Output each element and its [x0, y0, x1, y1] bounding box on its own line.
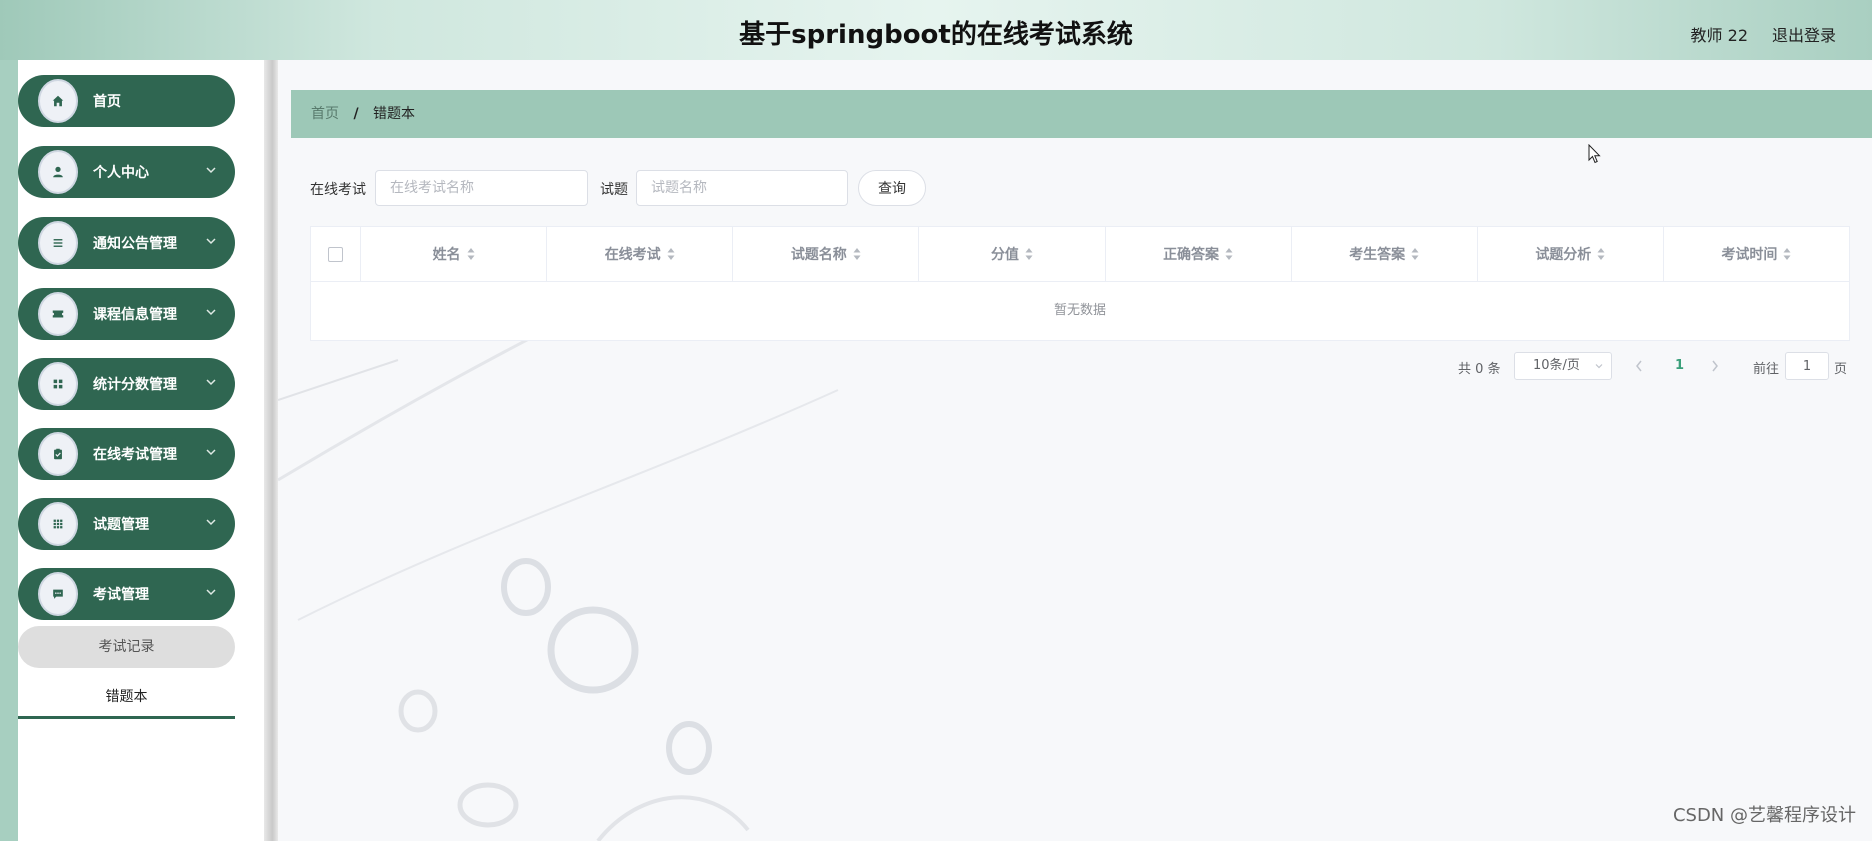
column-header[interactable]: 正确答案	[1106, 227, 1292, 281]
pagination-total: 共 0 条	[1458, 362, 1501, 377]
select-all-cell	[311, 227, 361, 281]
app-title: 基于springboot的在线考试系统	[739, 20, 1133, 50]
column-header[interactable]: 在线考试	[547, 227, 734, 281]
question-filter-label: 试题	[600, 182, 628, 198]
list-icon	[38, 221, 78, 265]
sidebar-item-label: 通知公告管理	[93, 236, 177, 252]
wrong-questions-table: 姓名 在线考试 试题名称 分值 正确答案 考生答案 试题分析 考试时间 暂无数据	[310, 226, 1850, 341]
sort-icon[interactable]	[1225, 247, 1233, 261]
sidebar-item-label: 考试管理	[93, 587, 149, 603]
sidebar-item-exam-management[interactable]: 考试管理	[18, 568, 235, 620]
sidebar-scrollbar[interactable]	[264, 60, 278, 841]
chevron-down-icon	[206, 167, 216, 174]
chevron-down-icon	[206, 519, 216, 526]
logout-link[interactable]: 退出登录	[1772, 22, 1836, 46]
chevron-down-icon	[1595, 364, 1603, 369]
column-header[interactable]: 分值	[919, 227, 1106, 281]
message-icon	[38, 572, 78, 616]
apps-icon	[38, 502, 78, 546]
column-header[interactable]: 考试时间	[1664, 227, 1849, 281]
select-all-checkbox[interactable]	[328, 246, 343, 262]
sort-icon[interactable]	[467, 247, 475, 261]
sidebar-item-label: 在线考试管理	[93, 447, 177, 463]
column-header[interactable]: 姓名	[361, 227, 548, 281]
goto-label: 前往	[1753, 362, 1780, 377]
sidebar-item-home[interactable]: 首页	[18, 75, 235, 127]
chevron-down-icon	[206, 238, 216, 245]
watermark-text: CSDN @艺馨程序设计	[1672, 805, 1856, 826]
current-user: 教师 22	[1690, 26, 1748, 45]
app-header: 基于springboot的在线考试系统 教师 22 退出登录	[0, 0, 1872, 60]
sidebar-item-label: 首页	[93, 94, 121, 110]
sidebar-item-personal-center[interactable]: 个人中心	[18, 146, 235, 198]
mouse-cursor-icon	[1588, 144, 1601, 164]
sort-icon[interactable]	[1025, 247, 1033, 261]
sort-icon[interactable]	[1597, 247, 1605, 261]
column-header[interactable]: 试题名称	[733, 227, 920, 281]
breadcrumb-home[interactable]: 首页	[311, 106, 339, 122]
exam-filter-label: 在线考试	[310, 182, 366, 198]
home-icon	[38, 79, 78, 123]
page-size-select[interactable]: 10条/页	[1514, 352, 1612, 380]
page-size-value: 10条/页	[1533, 358, 1580, 373]
goto-page-input[interactable]	[1785, 352, 1829, 380]
user-icon	[38, 150, 78, 194]
question-name-input[interactable]	[636, 170, 848, 206]
clipboard-check-icon	[38, 432, 78, 476]
sort-icon[interactable]	[1411, 247, 1419, 261]
sidebar-item-score-statistics[interactable]: 统计分数管理	[18, 358, 235, 410]
sidebar-item-label: 个人中心	[93, 165, 149, 181]
prev-page-button[interactable]	[1634, 359, 1644, 373]
goto-suffix: 页	[1834, 362, 1848, 377]
ticket-icon	[38, 292, 78, 336]
breadcrumb: 首页 / 错题本	[291, 90, 1872, 138]
sort-icon[interactable]	[1783, 247, 1791, 261]
sidebar-subitem-exam-records[interactable]: 考试记录	[18, 626, 235, 668]
page-number-current[interactable]: 1	[1675, 358, 1684, 373]
chevron-down-icon	[206, 449, 216, 456]
sidebar-item-course-management[interactable]: 课程信息管理	[18, 288, 235, 340]
table-empty-message: 暂无数据	[1053, 303, 1106, 318]
chevron-down-icon	[206, 309, 216, 316]
sidebar-item-question-management[interactable]: 试题管理	[18, 498, 235, 550]
sort-icon[interactable]	[667, 247, 675, 261]
sidebar-item-notice-management[interactable]: 通知公告管理	[18, 217, 235, 269]
sidebar-item-online-exam-management[interactable]: 在线考试管理	[18, 428, 235, 480]
table-header: 姓名 在线考试 试题名称 分值 正确答案 考生答案 试题分析 考试时间	[311, 227, 1849, 282]
next-page-button[interactable]	[1710, 359, 1720, 373]
breadcrumb-current: 错题本	[373, 106, 416, 122]
chevron-down-icon	[206, 589, 216, 596]
exam-name-input[interactable]	[375, 170, 588, 206]
sidebar-subitem-wrong-questions[interactable]: 错题本	[18, 682, 235, 719]
grid-icon	[38, 362, 78, 406]
pagination: 共 0 条 10条/页 1 前往 页	[278, 352, 1850, 380]
sidebar-item-label: 试题管理	[93, 517, 149, 533]
sort-icon[interactable]	[853, 247, 861, 261]
sidebar-item-label: 课程信息管理	[93, 307, 177, 323]
column-header[interactable]: 试题分析	[1478, 227, 1664, 281]
column-header[interactable]: 考生答案	[1292, 227, 1478, 281]
main-content: 首页 / 错题本 在线考试 试题 查询 姓名 在线考试 试题名称 分值 正确答案…	[278, 60, 1872, 841]
sidebar-item-label: 统计分数管理	[93, 377, 177, 393]
query-button[interactable]: 查询	[858, 170, 926, 206]
breadcrumb-separator: /	[353, 106, 359, 122]
chevron-down-icon	[206, 379, 216, 386]
